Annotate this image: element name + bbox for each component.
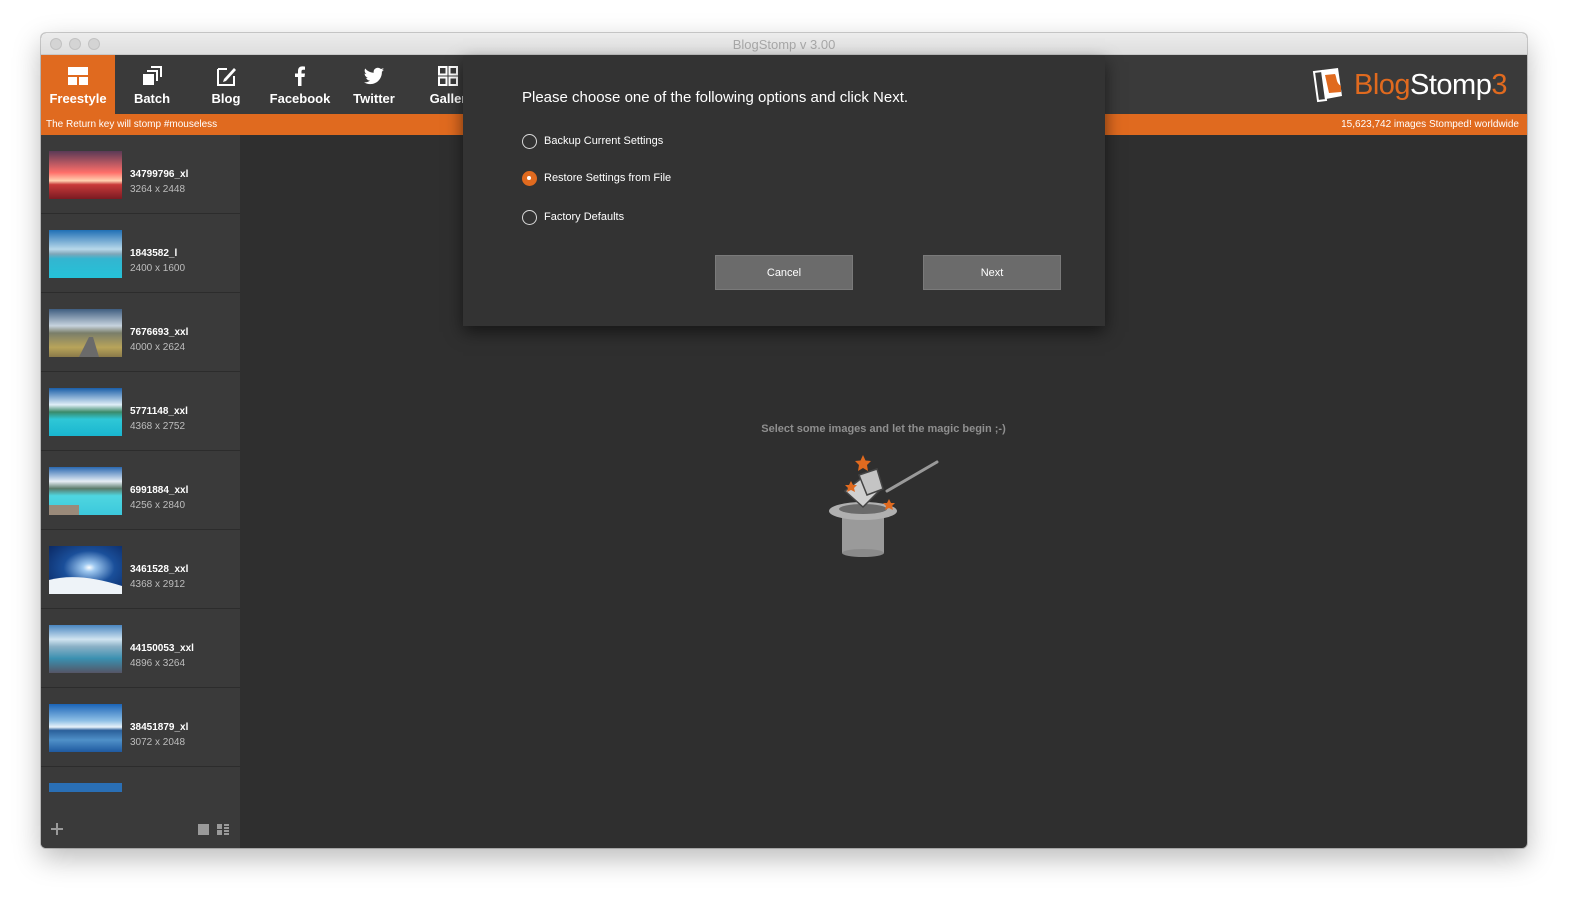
plus-icon[interactable] xyxy=(51,823,63,835)
stomp-count-text: 15,623,742 images Stomped! worldwide xyxy=(1341,119,1519,130)
image-thumbnail xyxy=(49,151,122,199)
radio-button[interactable] xyxy=(522,134,537,149)
sidebar-footer xyxy=(41,812,240,848)
app-window: BlogStomp v 3.00 Freestyle Batch Blog Fa… xyxy=(41,33,1527,848)
image-thumbnail xyxy=(49,309,122,357)
radio-label: Backup Current Settings xyxy=(544,135,664,147)
image-dimensions: 4000 x 2624 xyxy=(130,342,186,353)
dialog-title: Please choose one of the following optio… xyxy=(522,89,909,106)
image-thumbnail xyxy=(49,783,122,792)
image-name: 1843582_l xyxy=(130,248,178,259)
image-dimensions: 4256 x 2840 xyxy=(130,500,186,511)
radio-label: Restore Settings from File xyxy=(544,172,672,184)
image-dimensions: 4896 x 3264 xyxy=(130,658,186,669)
image-name: 34799796_xl xyxy=(130,169,189,180)
image-name: 6991884_xxl xyxy=(130,485,189,496)
freestyle-layout-icon xyxy=(68,67,88,85)
image-name: 44150053_xxl xyxy=(130,643,194,654)
tab-label: Freestyle xyxy=(49,91,107,106)
list-view-icon[interactable] xyxy=(217,824,229,835)
window-title: BlogStomp v 3.00 xyxy=(732,37,836,52)
image-dimensions: 3072 x 2048 xyxy=(130,737,186,748)
title-bar: BlogStomp v 3.00 xyxy=(41,33,1527,55)
image-name: 3461528_xxl xyxy=(130,564,189,575)
image-thumbnail xyxy=(49,704,122,752)
image-list-item[interactable]: 5771148_xxl 4368 x 2752 xyxy=(41,372,240,451)
image-thumbnail xyxy=(49,230,122,278)
radio-button[interactable] xyxy=(522,210,537,225)
cancel-button[interactable]: Cancel xyxy=(715,255,853,290)
image-list-item[interactable]: 6991884_xxl 4256 x 2840 xyxy=(41,451,240,530)
image-name: 5771148_xxl xyxy=(130,406,188,417)
image-list-item[interactable]: 44150053_xxl 4896 x 3264 xyxy=(41,609,240,688)
blogstomp-logo: BlogStomp3 xyxy=(1310,66,1507,104)
twitter-icon xyxy=(363,67,385,85)
image-thumbnail xyxy=(49,467,122,515)
radio-button-selected[interactable] xyxy=(522,171,537,186)
image-list-item[interactable]: 38451879_xl 3072 x 2048 xyxy=(41,688,240,767)
gallery-grid-icon xyxy=(438,66,458,86)
image-dimensions: 4368 x 2912 xyxy=(130,579,186,590)
settings-dialog: Please choose one of the following optio… xyxy=(463,56,1105,326)
image-dimensions: 3264 x 2448 xyxy=(130,184,186,195)
tab-label: Twitter xyxy=(353,91,395,106)
batch-stack-icon xyxy=(143,66,162,85)
tab-blog[interactable]: Blog xyxy=(189,55,263,114)
image-list-item[interactable]: 3461528_xxl 4368 x 2912 xyxy=(41,530,240,609)
tab-label: Facebook xyxy=(269,91,331,106)
facebook-icon xyxy=(295,66,305,86)
image-list-item[interactable]: 34799796_xl 3264 x 2448 xyxy=(41,135,240,214)
image-thumbnail xyxy=(49,388,122,436)
blogstomp-logo-icon xyxy=(1312,68,1342,103)
stomp-tip-text: The Return key will stomp #mouseless xyxy=(46,119,218,130)
blog-edit-icon xyxy=(217,68,236,86)
image-thumbnail xyxy=(49,625,122,673)
image-list-item[interactable]: 1843582_l 2400 x 1600 xyxy=(41,214,240,293)
image-dimensions: 4368 x 2752 xyxy=(130,421,186,432)
tab-batch[interactable]: Batch xyxy=(115,55,189,114)
image-dimensions: 2400 x 1600 xyxy=(130,263,186,274)
image-name: 7676693_xxl xyxy=(130,327,189,338)
next-button[interactable]: Next xyxy=(923,255,1061,290)
radio-label: Factory Defaults xyxy=(544,211,625,223)
logo-wordmark: BlogStomp3 xyxy=(1353,68,1508,101)
image-name: 38451879_xl xyxy=(130,722,189,733)
image-thumbnail xyxy=(49,546,122,594)
image-list-item[interactable]: 7676693_xxl 4000 x 2624 xyxy=(41,293,240,372)
image-sidebar[interactable]: 34799796_xl 3264 x 2448 1843582_l 2400 x… xyxy=(41,135,240,848)
tab-label: Batch xyxy=(133,91,171,106)
tab-facebook[interactable]: Facebook xyxy=(263,55,337,114)
magic-hat-icon xyxy=(829,455,939,557)
empty-state-hint: Select some images and let the magic beg… xyxy=(761,423,1006,435)
tab-freestyle[interactable]: Freestyle xyxy=(41,55,115,114)
tab-label: Blog xyxy=(211,91,241,106)
grid-view-icon[interactable] xyxy=(198,824,209,835)
tab-twitter[interactable]: Twitter xyxy=(337,55,411,114)
